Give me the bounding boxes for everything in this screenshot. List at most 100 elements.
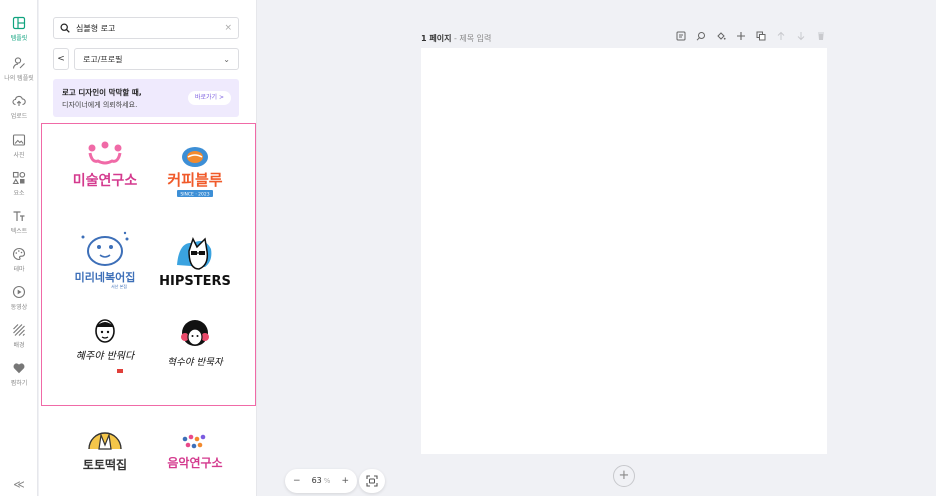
rail-item-photos[interactable]: 사진 <box>0 133 38 169</box>
rail-item-background[interactable]: 배경 <box>0 323 38 359</box>
promo-title: 로고 디자인이 막막할 때, <box>62 88 142 97</box>
add-icon[interactable] <box>736 30 746 42</box>
logo-template-7[interactable]: 토토떡집 <box>60 415 150 496</box>
rabbit-moon-icon <box>88 432 122 450</box>
curly-face-icon <box>181 320 209 346</box>
zoom-in-button[interactable]: + <box>341 476 349 486</box>
logo-template-5[interactable]: 혜주야 반뭐다 <box>60 311 150 393</box>
rail-label: 나의 템플릿 <box>4 75 34 82</box>
zoom-unit: % <box>323 477 331 485</box>
logo-art-3: 미리네복어집 서산 본점 <box>75 231 136 289</box>
rail-item-text[interactable]: 텍스트 <box>0 209 38 245</box>
category-select[interactable]: 로고/프로필 ⌄ <box>74 48 239 70</box>
svg-text:음악연구소: 음악연구소 <box>167 455 222 470</box>
stripes-icon <box>13 324 25 336</box>
logo-template-3[interactable]: 미리네복어집 서산 본점 <box>60 221 150 303</box>
cloud-upload-icon <box>12 95 26 106</box>
logo-art-4: HIPSTERS <box>159 237 231 289</box>
user-icon <box>12 57 25 69</box>
rail-label: 사진 <box>13 152 25 159</box>
logo-template-1[interactable]: 미술연구소 <box>60 131 150 213</box>
logo-template-2[interactable]: 커피블루 SINCE · 2023 <box>150 131 240 213</box>
logo-template-8[interactable]: 음악연구소 <box>150 415 240 496</box>
page-title-input[interactable]: 제목 입력 <box>459 34 491 43</box>
back-button[interactable]: < <box>53 48 69 70</box>
cat-sunglasses-icon <box>177 237 212 270</box>
promo-subtitle: 디자이너에게 의뢰하세요. <box>62 101 138 109</box>
svg-text:토토떡집: 토토떡집 <box>83 457 127 472</box>
fill-bucket-icon[interactable] <box>716 30 726 42</box>
crown-icon <box>88 141 122 165</box>
pufferfish-icon <box>81 231 129 266</box>
rail-label: 배경 <box>13 342 25 349</box>
rail-label: 템플릿 <box>10 35 28 42</box>
zoom-value: 63 <box>311 476 322 485</box>
play-icon <box>12 285 26 299</box>
svg-text:HIPSTERS: HIPSTERS <box>159 274 231 289</box>
search-input[interactable]: 심볼형 로고 × <box>53 17 239 39</box>
rail-item-elements[interactable]: 요소 <box>0 171 38 207</box>
dots-icon <box>182 434 206 449</box>
face-icon <box>95 319 115 343</box>
collapse-rail-button[interactable]: ≪ <box>0 478 38 491</box>
arrow-down-icon[interactable] <box>796 30 806 42</box>
fit-screen-icon <box>366 475 378 487</box>
logo-art-7: 토토떡집 <box>83 432 127 472</box>
svg-text:미리네복어집: 미리네복어집 <box>75 270 136 284</box>
left-rail: 템플릿 나의 템플릿 업로드 사진 요소 텍스트 테마 동영상 배경 찜하기 ≪ <box>0 0 38 496</box>
fit-to-screen-button[interactable] <box>359 469 385 493</box>
search-value[interactable]: 심볼형 로고 <box>76 23 224 34</box>
designer-promo-banner: 로고 디자인이 막막할 때, 디자이너에게 의뢰하세요. 바로가기 > <box>53 79 239 117</box>
zoom-readout[interactable]: 63% <box>312 476 331 486</box>
design-page-canvas[interactable] <box>421 48 827 454</box>
trash-icon[interactable] <box>816 30 826 42</box>
svg-text:커피블루: 커피블루 <box>167 171 222 189</box>
rail-item-my-templates[interactable]: 나의 템플릿 <box>0 56 38 92</box>
close-icon[interactable]: × <box>224 23 232 33</box>
page-header: 1 페이지 - 제목 입력 <box>421 33 491 44</box>
shapes-icon <box>12 171 26 185</box>
rail-item-favorites[interactable]: 찜하기 <box>0 361 38 397</box>
logo-art-5: 혜주야 반뭐다 <box>76 319 136 373</box>
layout-icon <box>12 16 26 30</box>
chevron-down-icon: ⌄ <box>223 54 230 64</box>
logo-template-6[interactable]: 혁수야 반묵자 <box>150 311 240 393</box>
svg-text:혜주야 반뭐다: 혜주야 반뭐다 <box>76 350 136 362</box>
heart-icon <box>13 363 25 374</box>
promo-shortcut-button[interactable]: 바로가기 > <box>187 91 231 105</box>
coffee-bean-icon <box>182 147 208 167</box>
logo-art-2: 커피블루 SINCE · 2023 <box>167 147 223 198</box>
template-panel: 심볼형 로고 × < 로고/프로필 ⌄ 로고 디자인이 막막할 때, 디자이너에… <box>39 0 257 496</box>
rail-label: 업로드 <box>10 113 28 120</box>
logo-art-1: 미술연구소 <box>73 141 138 189</box>
note-icon[interactable] <box>676 30 686 42</box>
search-icon <box>60 23 70 33</box>
image-icon <box>12 134 26 146</box>
rail-item-templates[interactable]: 템플릿 <box>0 16 38 52</box>
logo-art-6: 혁수야 반묵자 <box>167 320 224 368</box>
rail-label: 테마 <box>13 266 25 273</box>
copy-icon[interactable] <box>756 30 766 42</box>
rail-item-video[interactable]: 동영상 <box>0 285 38 321</box>
add-page-button[interactable]: + <box>613 465 635 487</box>
svg-text:미술연구소: 미술연구소 <box>73 173 138 189</box>
rail-item-theme[interactable]: 테마 <box>0 247 38 283</box>
rail-label: 요소 <box>13 190 25 197</box>
category-value: 로고/프로필 <box>83 54 123 64</box>
logo-template-4[interactable]: HIPSTERS <box>150 221 240 303</box>
logo-art-8: 음악연구소 <box>167 434 223 470</box>
palette-icon <box>13 247 26 261</box>
page-number: 1 페이지 <box>421 34 452 43</box>
zoom-out-button[interactable]: − <box>293 476 301 486</box>
rail-label: 텍스트 <box>10 228 28 235</box>
svg-text:서산 본점: 서산 본점 <box>111 283 127 289</box>
text-icon <box>13 211 25 221</box>
magic-pin-icon[interactable] <box>696 30 706 42</box>
rail-item-upload[interactable]: 업로드 <box>0 94 38 130</box>
svg-text:혁수야 반묵자: 혁수야 반묵자 <box>167 357 224 368</box>
arrow-up-icon[interactable] <box>776 30 786 42</box>
page-toolbar <box>676 30 826 42</box>
rail-label: 동영상 <box>10 304 28 311</box>
zoom-control: − 63% + <box>285 469 357 493</box>
rail-label: 찜하기 <box>10 380 28 387</box>
